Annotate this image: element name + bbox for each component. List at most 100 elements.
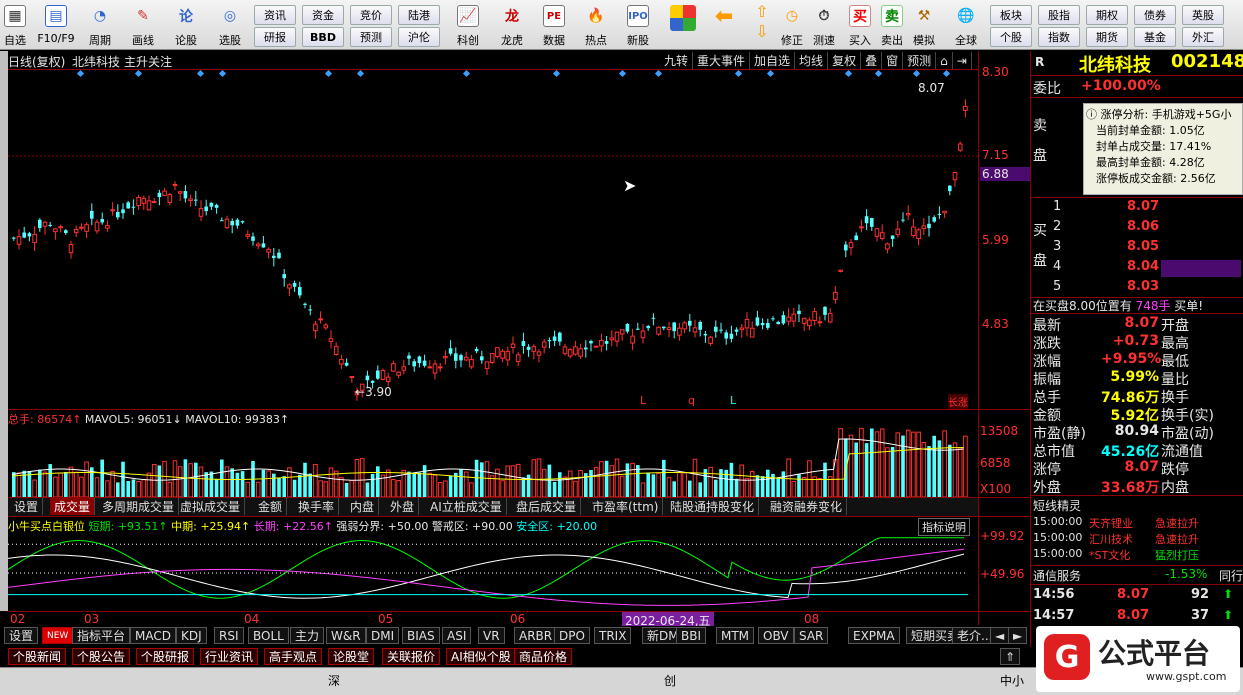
market-shenzhen[interactable]: 深 — [328, 672, 340, 689]
draw-button[interactable]: ✎ 画线 — [126, 2, 160, 48]
funds-button[interactable]: 基金 — [1134, 27, 1176, 47]
futures-button[interactable]: 期货 — [1086, 27, 1128, 47]
left-side-tabs[interactable] — [0, 51, 8, 611]
sprite-t[interactable]: 15:00:00 — [1033, 515, 1082, 528]
chart-area[interactable]: 日线(复权) 北纬科技 主升关注 九转 重大事件 加自选 均线 复权叠窗预测 ⌂ ⇥ 8.3… — [8, 51, 1030, 629]
sprite-e[interactable]: 急速拉升 — [1155, 531, 1199, 547]
indicator-tab-13[interactable]: ARBR — [514, 627, 558, 644]
sell-button[interactable]: 卖卖出 — [878, 2, 906, 48]
hk-connect-button[interactable]: 陆港 — [398, 5, 440, 25]
back-button[interactable]: ⬅ — [708, 2, 740, 48]
sprite-title[interactable]: 短线精灵 — [1033, 497, 1081, 514]
event-marker-icon[interactable] — [766, 69, 775, 78]
indicator-tab-7[interactable]: 主力 — [290, 627, 325, 644]
event-marker-icon[interactable] — [654, 69, 663, 78]
speed-test-button[interactable]: ⏱ 测速 — [808, 2, 840, 48]
volume-tab-8[interactable]: AI立桩成交量 — [426, 498, 507, 515]
volume-tab-11[interactable]: 陆股通持股变化 — [666, 498, 760, 515]
news-button[interactable]: 资讯 — [254, 5, 296, 25]
bbd-button[interactable]: BBD — [302, 27, 344, 47]
single-stock-button[interactable]: 个股 — [990, 27, 1032, 47]
news-tab-7[interactable]: AI相似个股 — [446, 648, 516, 665]
event-marker-icon[interactable] — [912, 69, 921, 78]
arrow-down-icon[interactable]: ⇩ — [755, 22, 768, 42]
indicator-chart[interactable] — [8, 533, 978, 611]
forex-button[interactable]: 外汇 — [1182, 27, 1224, 47]
options-button[interactable]: 期权 — [1086, 5, 1128, 25]
indicator-tab-1[interactable]: NEW — [42, 627, 74, 644]
indicator-tab-4[interactable]: KDJ — [176, 627, 207, 644]
stock-pick-button[interactable]: ◎ 选股 — [212, 2, 248, 48]
event-marker-icon[interactable] — [462, 69, 471, 78]
news-tab-5[interactable]: 论股堂 — [328, 648, 375, 665]
event-marker-icon[interactable] — [134, 69, 143, 78]
indicator-tab-14[interactable]: DPO — [554, 627, 590, 644]
forecast-button[interactable]: 预测 — [350, 27, 392, 47]
buy-button[interactable]: 买买入 — [846, 2, 874, 48]
news-tab-6[interactable]: 关联报价 — [382, 648, 441, 665]
tab-scroll-right-icon[interactable]: ► — [1008, 627, 1028, 644]
arrow-up-icon[interactable]: ⇧ — [755, 2, 768, 22]
indicator-tab-10[interactable]: BIAS — [402, 627, 440, 644]
indicator-tab-3[interactable]: MACD — [130, 627, 176, 644]
volume-tab-3[interactable]: 虚拟成交量 — [176, 498, 246, 515]
volume-tab-7[interactable]: 外盘 — [386, 498, 420, 515]
news-tab-4[interactable]: 高手观点 — [264, 648, 323, 665]
news-tab-0[interactable]: 个股新闻 — [8, 648, 67, 665]
correct-button[interactable]: ◷ 修正 — [776, 2, 808, 48]
shanghai-london-button[interactable]: 沪伦 — [398, 27, 440, 47]
event-marker-icon[interactable] — [942, 69, 951, 78]
market-chinext[interactable]: 创 — [664, 672, 676, 689]
indicator-tab-19[interactable]: OBV — [758, 627, 794, 644]
volume-chart[interactable] — [8, 423, 978, 497]
simulate-button[interactable]: ⚒ 模拟 — [910, 2, 938, 48]
data-button[interactable]: PE 数据 — [536, 2, 572, 48]
event-marker-icon[interactable] — [844, 69, 853, 78]
index-button[interactable]: 指数 — [1038, 27, 1080, 47]
global-button[interactable]: 🌐 全球 — [946, 2, 986, 48]
indicator-tab-9[interactable]: DMI — [366, 627, 400, 644]
sprite-e[interactable]: 猛烈打压 — [1155, 547, 1199, 563]
indicator-tab-15[interactable]: TRIX — [594, 627, 632, 644]
volume-tab-1[interactable]: 成交量 — [50, 498, 96, 515]
news-tab-8[interactable]: 商品价格 — [514, 648, 573, 665]
indicator-tab-12[interactable]: VR — [478, 627, 505, 644]
indicator-tab-8[interactable]: W&R — [326, 627, 366, 644]
volume-tab-9[interactable]: 盘后成交量 — [512, 498, 582, 515]
event-marker-icon[interactable] — [196, 69, 205, 78]
research-button[interactable]: 研报 — [254, 27, 296, 47]
fund-button[interactable]: 资金 — [302, 5, 344, 25]
self-select-button[interactable]: ▦ 自选 — [2, 2, 28, 48]
sprite-n[interactable]: *ST文化 — [1089, 547, 1130, 563]
news-tab-1[interactable]: 个股公告 — [72, 648, 131, 665]
indicator-name[interactable]: 小牛买点白银位 — [8, 520, 85, 533]
auction-button[interactable]: 竞价 — [350, 5, 392, 25]
discuss-button[interactable]: 论论股 — [170, 2, 202, 48]
event-marker-icon[interactable] — [552, 69, 561, 78]
volume-tab-6[interactable]: 内盘 — [346, 498, 380, 515]
layout-button[interactable] — [668, 2, 698, 48]
indicator-tab-21[interactable]: EXPMA — [848, 627, 900, 644]
event-marker-icon[interactable] — [356, 69, 365, 78]
volume-tab-4[interactable]: 金额 — [254, 498, 288, 515]
f10-button[interactable]: ▤ F10/F9 — [34, 2, 78, 48]
hot-button[interactable]: 🔥 热点 — [578, 2, 614, 48]
sprite-n[interactable]: 天齐锂业 — [1089, 515, 1133, 531]
news-tab-3[interactable]: 行业资讯 — [200, 648, 259, 665]
sector-peer[interactable]: 同行 — [1219, 567, 1243, 584]
sprite-t[interactable]: 15:00:00 — [1033, 531, 1082, 544]
period-button[interactable]: ◔ 周期 — [82, 2, 118, 48]
indicator-tab-6[interactable]: BOLL — [248, 627, 289, 644]
indicator-tab-11[interactable]: ASI — [442, 627, 472, 644]
volume-tab-2[interactable]: 多周期成交量 — [98, 498, 180, 515]
market-sme[interactable]: 中小 — [1000, 672, 1024, 689]
dragon-tiger-button[interactable]: 龙龙虎 — [494, 2, 530, 48]
stock-index-button[interactable]: 股指 — [1038, 5, 1080, 25]
event-marker-icon[interactable] — [874, 69, 883, 78]
event-marker-icon[interactable] — [618, 69, 627, 78]
uk-stocks-button[interactable]: 英股 — [1182, 5, 1224, 25]
event-marker-icon[interactable] — [324, 69, 333, 78]
volume-tab-5[interactable]: 换手率 — [294, 498, 340, 515]
volume-tab-10[interactable]: 市盈率(ttm) — [588, 498, 664, 515]
indicator-tab-18[interactable]: MTM — [716, 627, 755, 644]
